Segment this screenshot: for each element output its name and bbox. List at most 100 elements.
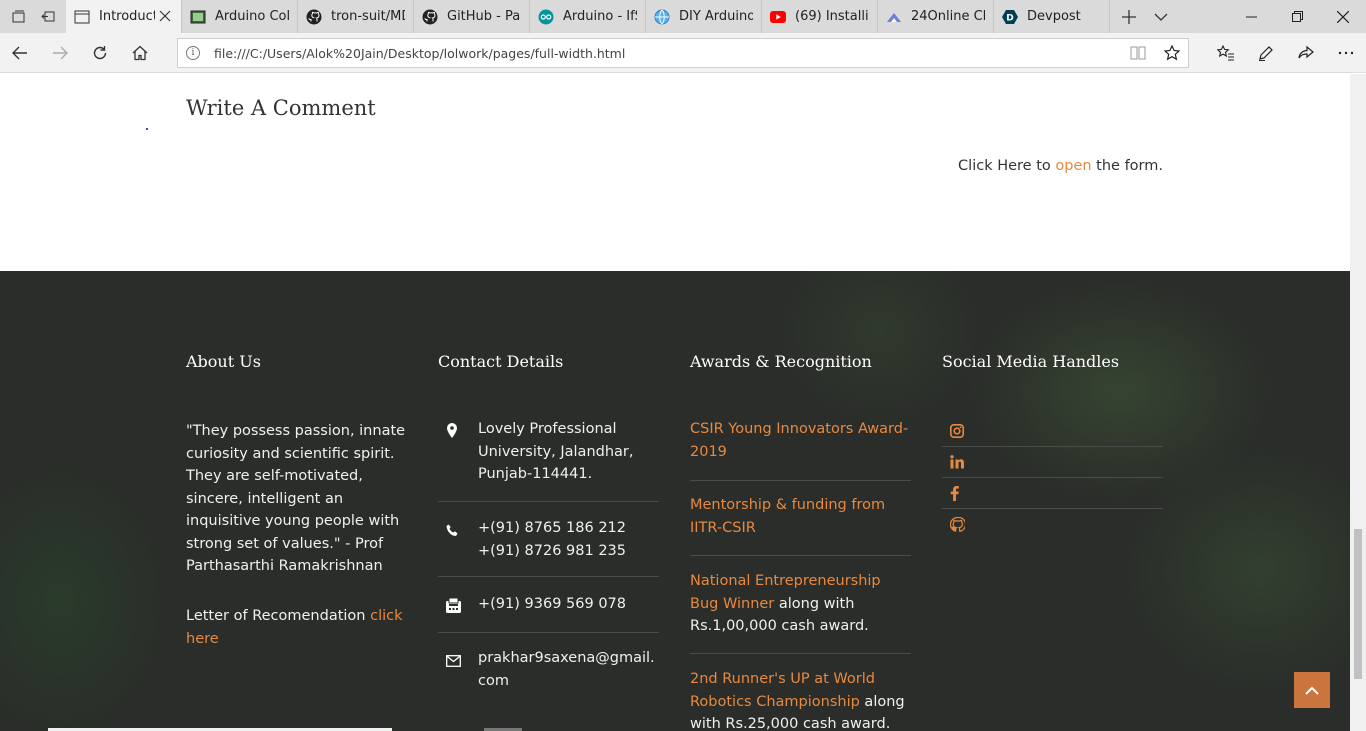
open-form-prefix: Click Here to [958,158,1056,174]
award-link[interactable]: Mentorship & funding from IITR-CSIR [690,497,885,536]
contact-address: Lovely Professional University, Jalandha… [478,421,634,482]
image-icon [190,9,206,25]
tab-tools [1122,0,1168,33]
contact-phones: +(91) 8765 186 212 +(91) 8726 981 235 [478,517,659,576]
contact-heading: Contact Details [438,352,564,371]
phone-number-1: +(91) 8765 186 212 [478,520,626,536]
social-instagram[interactable] [942,416,1163,447]
back-icon[interactable] [0,33,40,73]
map-pin-icon [438,418,478,501]
tab-label: (69) Installing [795,9,869,24]
tab-diy-arduino[interactable]: DIY Arduino [646,0,762,33]
award-link[interactable]: 2nd Runner's UP at World Robotics Champi… [690,671,875,710]
envelope-icon [438,647,478,697]
youtube-icon [770,9,786,25]
tab-arduino-ifs[interactable]: Arduino - IfS [530,0,646,33]
share-icon[interactable] [1286,33,1326,73]
page-scrollbar[interactable] [1350,74,1366,731]
tab-devpost[interactable]: D Devpost [994,0,1110,33]
url-text[interactable]: file:///C:/Users/Alok%20Jain/Desktop/lol… [214,46,1130,61]
globe-icon [654,9,670,25]
about-heading: About Us [186,352,261,371]
tab-introduction[interactable]: Introducti [66,0,182,33]
tab-label: GitHub - Pau [447,9,521,24]
window-controls [1228,0,1366,33]
favorite-star-icon[interactable] [1163,44,1181,61]
page-icon [74,9,90,25]
tab-actions [0,0,66,33]
github-icon [422,9,438,25]
tab-label: tron-suit/MD [331,9,405,24]
contact-phone-row: +(91) 8765 186 212 +(91) 8726 981 235 [438,517,659,577]
favorites-hub-icon[interactable] [1206,33,1246,73]
recommendation-label: Letter of Recomendation [186,608,371,624]
instagram-icon[interactable] [950,424,964,438]
tab-label: Arduino Colc [215,9,289,24]
close-tab-icon[interactable] [159,10,173,24]
awards-heading: Awards & Recognition [690,352,872,371]
github-icon [306,9,322,25]
set-aside-tabs-icon[interactable] [40,10,55,24]
close-window-icon[interactable] [1320,0,1366,33]
new-tab-icon[interactable] [1122,9,1136,24]
chevron-up-icon [1305,686,1319,695]
tab-label: Introducti [99,9,155,24]
contact-email[interactable]: prakhar9saxena@gmail.com [478,647,659,697]
more-icon[interactable] [1326,33,1366,73]
browser-tab-bar: Introducti Arduino Colc tron-suit/MD Git… [0,0,1366,33]
open-form-line: Click Here to open the form. [958,158,1163,174]
open-form-suffix: the form. [1091,158,1163,174]
refresh-icon[interactable] [80,33,120,73]
award-link[interactable]: CSIR Young Innovators Award-2019 [690,421,908,460]
forward-icon[interactable] [40,33,80,73]
award-item: National Entrepreneurship Bug Winner alo… [690,570,911,654]
svg-text:D: D [1006,13,1013,23]
tab-24online[interactable]: 24Online Clie [878,0,994,33]
tab-github-pau[interactable]: GitHub - Pau [414,0,530,33]
reading-view-icon[interactable] [1130,46,1146,60]
tab-label: DIY Arduino [679,9,753,24]
social-github[interactable] [942,509,1163,540]
social-heading: Social Media Handles [942,352,1120,371]
browser-tools [1206,33,1366,73]
award-item: 2nd Runner's UP at World Robotics Champi… [690,668,911,731]
award-item: Mentorship & funding from IITR-CSIR [690,494,911,556]
pen-icon[interactable] [1246,33,1286,73]
comment-section-title: Write A Comment [186,96,376,120]
facebook-icon[interactable] [950,485,959,501]
about-quote: "They possess passion, innate curiosity … [186,423,406,574]
page-content: Write A Comment Click Here to open the f… [0,74,1350,731]
tab-preview-icon[interactable] [12,10,26,24]
chevron-down-icon[interactable] [1154,10,1168,24]
linkedin-icon[interactable] [950,455,964,469]
contact-email-row: prakhar9saxena@gmail.com [438,647,659,697]
award-item: CSIR Young Innovators Award-2019 [690,418,911,481]
arduino-icon [538,9,554,25]
social-linkedin[interactable] [942,447,1163,478]
fax-icon [438,593,478,632]
github-icon[interactable] [950,517,965,532]
info-icon[interactable]: i [186,46,200,60]
footer: About Us "They possess passion, innate c… [0,271,1350,731]
address-toolbar: i file:///C:/Users/Alok%20Jain/Desktop/l… [0,33,1366,73]
open-form-link[interactable]: open [1055,158,1091,174]
minimize-icon[interactable] [1228,0,1274,33]
back-to-top-button[interactable] [1294,672,1330,708]
contact-fax-row: +(91) 9369 569 078 [438,593,659,633]
devpost-icon: D [1002,9,1018,25]
tab-youtube-installing[interactable]: (69) Installing [762,0,878,33]
contact-address-row: Lovely Professional University, Jalandha… [438,418,659,502]
tab-arduino-color[interactable]: Arduino Colc [182,0,298,33]
24online-icon [886,9,902,25]
phone-icon [438,517,478,576]
contact-fax: +(91) 9369 569 078 [478,596,626,612]
recommendation-line: Letter of Recomendation click here [186,605,408,650]
home-icon[interactable] [120,33,160,73]
tab-tron-suit[interactable]: tron-suit/MD [298,0,414,33]
restore-icon[interactable] [1274,0,1320,33]
tab-label: Arduino - IfS [563,9,637,24]
social-facebook[interactable] [942,478,1163,509]
address-bar[interactable]: i file:///C:/Users/Alok%20Jain/Desktop/l… [177,38,1189,68]
scrollbar-thumb[interactable] [1354,529,1362,679]
phone-number-2: +(91) 8726 981 235 [478,542,626,559]
